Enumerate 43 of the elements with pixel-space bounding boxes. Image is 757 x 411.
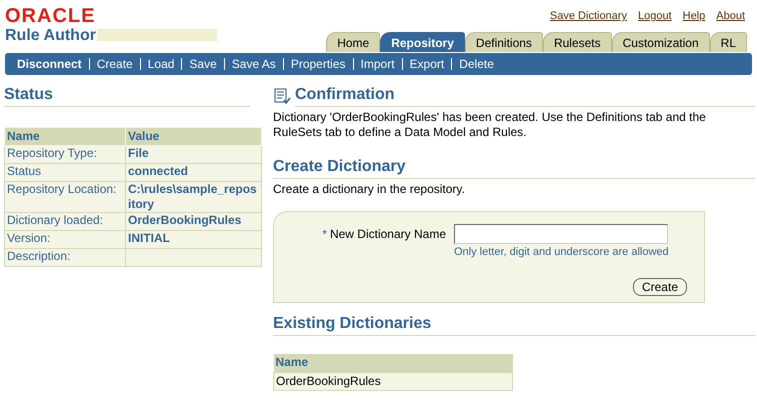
action-link[interactable]: Properties: [290, 56, 346, 72]
section-heading: Existing Dictionaries: [273, 314, 755, 336]
section-heading: Create Dictionary: [273, 157, 755, 179]
action-link[interactable]: Load: [148, 56, 174, 72]
action-link[interactable]: Delete: [459, 56, 494, 72]
global-link[interactable]: Logout: [638, 9, 672, 23]
action-link[interactable]: Save As: [232, 56, 276, 72]
product-name: Rule Author: [5, 26, 96, 46]
field-label: New Dictionary Name: [330, 227, 446, 242]
tab[interactable]: Rulesets: [542, 32, 612, 52]
action-link[interactable]: Create: [96, 56, 133, 72]
table-cell: OrderBookingRules: [128, 213, 242, 227]
global-link[interactable]: Help: [682, 9, 706, 23]
action-link[interactable]: Save: [189, 56, 217, 72]
section-heading: Confirmation: [295, 85, 755, 107]
table-cell: INITIAL: [128, 231, 170, 245]
column-header: Name: [274, 354, 512, 372]
table-cell: C:\rules\sample_repository: [128, 182, 257, 211]
oracle-logo: ORACLE: [5, 6, 96, 26]
create-button[interactable]: Create: [632, 278, 687, 296]
confirmation-message: Dictionary 'OrderBookingRules' has been created. Use the Definitions tab and the RuleSets tab to define a Data Model and Rules.: [273, 110, 707, 140]
table-cell: OrderBookingRules: [274, 372, 512, 390]
table-cell: File: [128, 146, 149, 160]
tab[interactable]: Definitions: [464, 32, 543, 52]
tab[interactable]: Customization: [612, 32, 710, 52]
table-cell: Description:: [4, 248, 126, 266]
global-link[interactable]: Save Dictionary: [550, 9, 627, 23]
section-heading: Status: [4, 85, 250, 107]
column-header: Name: [4, 128, 126, 146]
section-description: Create a dictionary in the repository.: [273, 182, 466, 197]
required-mark: *: [322, 227, 327, 242]
global-link[interactable]: About: [716, 9, 745, 23]
tab[interactable]: Repository: [380, 32, 465, 52]
table-cell: connected: [128, 164, 188, 178]
document-icon: [273, 87, 291, 105]
column-header: Value: [126, 128, 262, 146]
dictionary-name-field[interactable]: [454, 224, 668, 244]
tab[interactable]: Home: [326, 32, 380, 52]
tab[interactable]: RL: [710, 32, 747, 52]
action-link[interactable]: Disconnect: [17, 56, 82, 72]
action-link[interactable]: Export: [410, 56, 444, 72]
action-link[interactable]: Import: [360, 56, 395, 72]
field-hint: Only letter, digit and underscore are allowed: [454, 245, 669, 260]
